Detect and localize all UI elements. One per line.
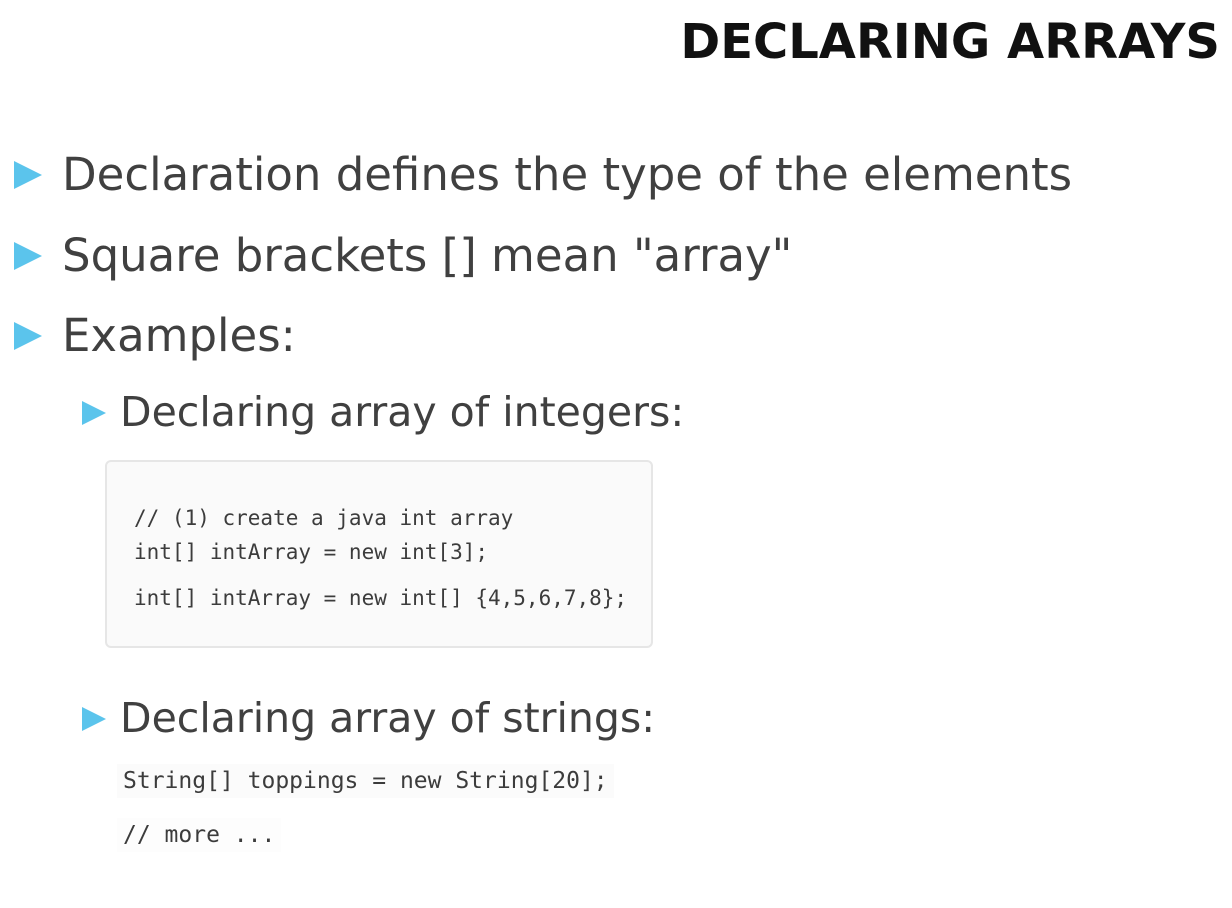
sub-bullet-text: Declaring array of integers:: [120, 388, 685, 436]
code-line: int[] intArray = new int[3];: [134, 540, 489, 564]
sub-bullet-arrow-icon: [82, 400, 106, 425]
bullet-arrow-icon: [14, 160, 42, 189]
bullet-square-brackets: Square brackets [] mean "array": [14, 233, 792, 278]
code-line: int[] intArray = new int[] {4,5,6,7,8};: [134, 586, 628, 610]
sub-bullet-strings: Declaring array of strings:: [82, 698, 655, 739]
string-code-comment-line: // more ...: [117, 818, 282, 852]
slide-title: DECLARING ARRAYS: [680, 14, 1220, 70]
bullet-examples: Examples:: [14, 313, 296, 358]
bullet-arrow-icon: [14, 241, 42, 270]
sub-bullet-arrow-icon: [82, 706, 106, 731]
bullet-text: Examples:: [62, 309, 296, 362]
string-array-code-line: String[] toppings = new String[20];: [117, 764, 614, 798]
int-array-code-block: // (1) create a java int array int[] int…: [105, 460, 653, 648]
bullet-text: Declaration defines the type of the elem…: [62, 148, 1073, 201]
sub-bullet-text: Declaring array of strings:: [120, 694, 656, 742]
bullet-arrow-icon: [14, 321, 42, 350]
bullet-declaration: Declaration defines the type of the elem…: [14, 152, 1072, 197]
sub-bullet-integers: Declaring array of integers:: [82, 392, 684, 433]
code-comment-line: // (1) create a java int array: [134, 506, 514, 530]
bullet-text: Square brackets [] mean "array": [62, 229, 793, 282]
